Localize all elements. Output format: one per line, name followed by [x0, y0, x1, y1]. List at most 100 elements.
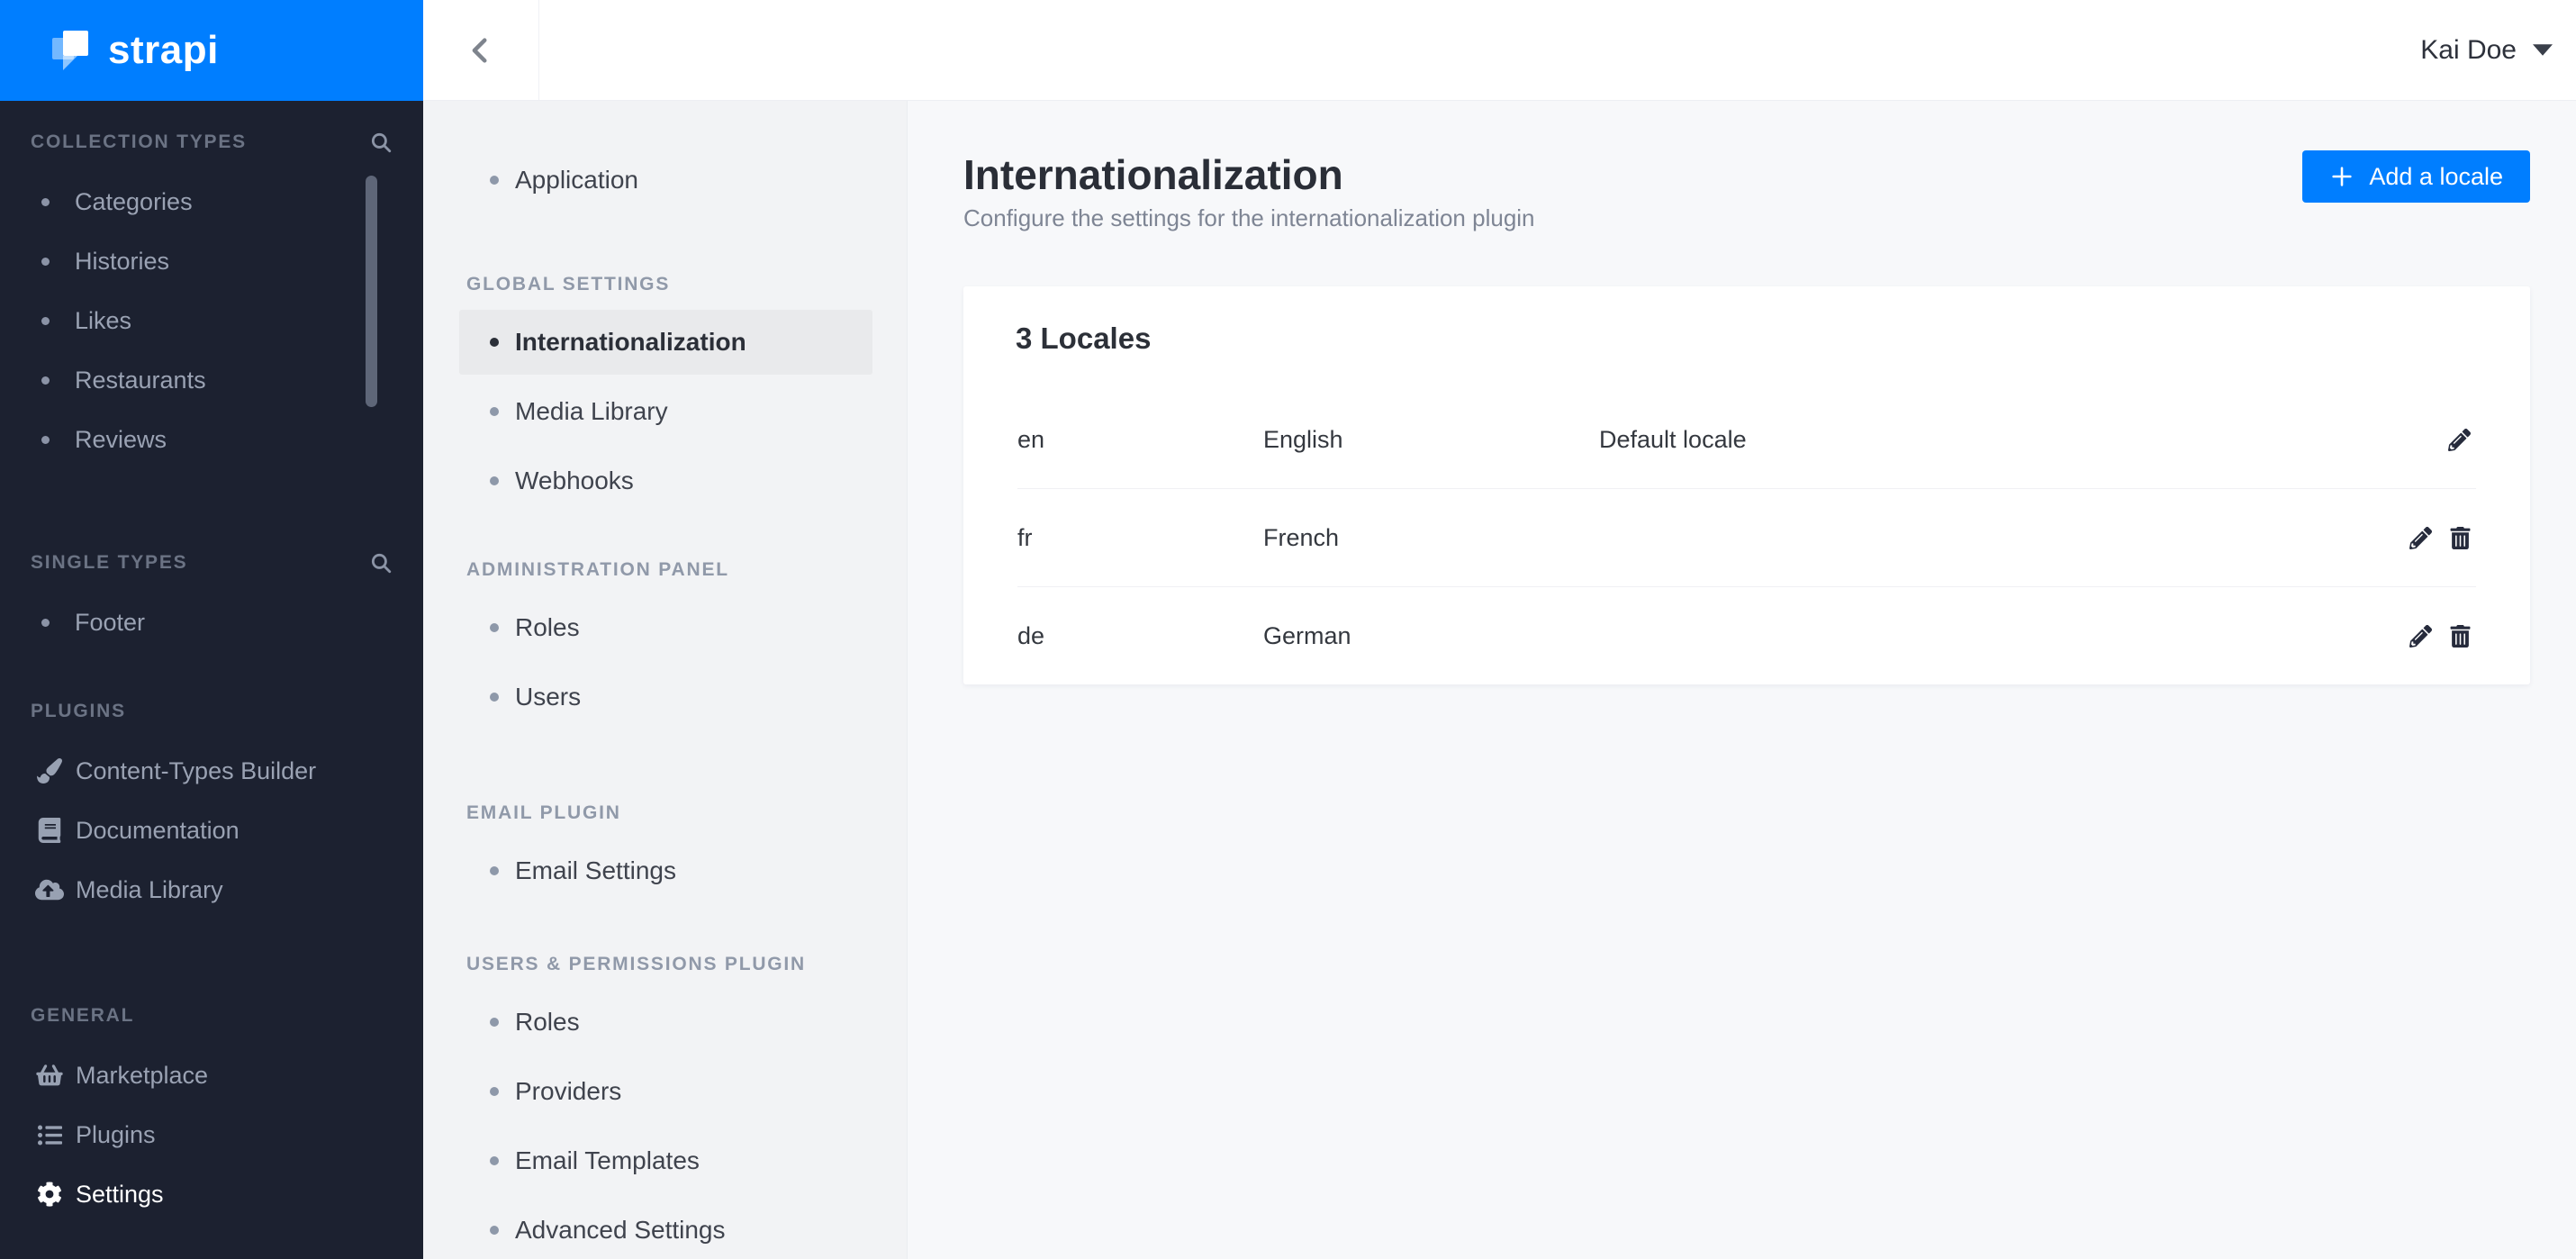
locale-name: German — [1263, 621, 1351, 649]
sidebar-item-marketplace[interactable]: Marketplace — [0, 1046, 423, 1105]
settings-item-email-settings[interactable]: Email Settings — [423, 838, 907, 903]
dot-icon — [490, 1156, 499, 1165]
trash-icon — [2450, 624, 2471, 648]
sidebar-item-categories[interactable]: Categories — [0, 172, 423, 231]
strapi-admin-app: strapi Kai Doe COLLECTION TYPES Categori… — [0, 0, 2576, 1259]
sidebar-item-content-types-builder[interactable]: Content-Types Builder — [0, 741, 423, 801]
general-list: Marketplace Plugins Settings — [0, 1046, 423, 1224]
sidebar-item-reviews[interactable]: Reviews — [0, 410, 423, 469]
sidebar-item-label: Marketplace — [76, 1061, 209, 1089]
settings-item-label: Roles — [515, 613, 580, 641]
settings-item-label: Users — [515, 683, 582, 711]
sidebar-item-label: Settings — [76, 1180, 164, 1208]
basket-icon — [34, 1064, 65, 1087]
dot-icon — [41, 618, 50, 627]
dot-icon — [41, 257, 50, 266]
dot-icon — [490, 338, 499, 347]
sidebar-item-footer[interactable]: Footer — [0, 593, 423, 652]
dot-icon — [490, 176, 499, 185]
settings-item-providers[interactable]: Providers — [423, 1059, 907, 1124]
settings-item-label: Email Settings — [515, 856, 676, 884]
settings-item-label: Webhooks — [515, 466, 634, 494]
section-users-permissions-plugin: USERS & PERMISSIONS PLUGIN — [466, 954, 807, 974]
sidebar-item-likes[interactable]: Likes — [0, 291, 423, 350]
edit-locale-button[interactable] — [2409, 526, 2432, 549]
dot-icon — [41, 197, 50, 206]
dot-icon — [490, 1226, 499, 1235]
page-subtitle: Configure the settings for the internati… — [963, 204, 1535, 231]
settings-item-admin-roles[interactable]: Roles — [423, 595, 907, 660]
plus-icon — [2329, 164, 2355, 189]
dot-icon — [41, 435, 50, 444]
sidebar-item-media-library[interactable]: Media Library — [0, 860, 423, 919]
dot-icon — [490, 623, 499, 632]
strapi-logo[interactable]: strapi — [0, 0, 423, 101]
search-icon[interactable] — [369, 131, 393, 154]
back-button[interactable] — [423, 0, 539, 100]
delete-locale-button[interactable] — [2450, 624, 2471, 648]
locales-card: 3 Locales en English Default locale fr F… — [963, 286, 2530, 684]
book-icon — [34, 818, 65, 843]
user-menu[interactable]: Kai Doe — [2420, 0, 2553, 100]
section-title: COLLECTION TYPES — [31, 131, 247, 152]
sidebar-item-label: Histories — [75, 247, 170, 275]
sidebar-item-documentation[interactable]: Documentation — [0, 801, 423, 860]
row-actions — [2409, 526, 2471, 549]
settings-item-webhooks[interactable]: Webhooks — [423, 448, 907, 513]
settings-item-label: Media Library — [515, 397, 668, 425]
settings-item-media-library[interactable]: Media Library — [423, 379, 907, 444]
sidebar-item-histories[interactable]: Histories — [0, 231, 423, 291]
dot-icon — [490, 1018, 499, 1027]
strapi-logo-icon — [52, 31, 92, 70]
locale-code: en — [1017, 425, 1045, 453]
single-types-list: Footer — [0, 593, 423, 652]
pencil-icon — [2448, 428, 2471, 451]
sidebar-item-plugins[interactable]: Plugins — [0, 1105, 423, 1164]
section-title: GENERAL — [31, 1005, 135, 1026]
settings-item-advanced-settings[interactable]: Advanced Settings — [423, 1198, 907, 1259]
section-single-types: SINGLE TYPES — [31, 547, 393, 579]
settings-item-label: Roles — [515, 1008, 580, 1036]
sidebar-item-restaurants[interactable]: Restaurants — [0, 350, 423, 410]
settings-item-label: Email Templates — [515, 1146, 700, 1174]
section-plugins: PLUGINS — [31, 695, 393, 728]
locales-card-title: 3 Locales — [1016, 322, 1152, 355]
main-content: Internationalization Configure the setti… — [908, 101, 2576, 1259]
section-global-settings: GLOBAL SETTINGS — [466, 274, 671, 294]
search-icon[interactable] — [369, 551, 393, 575]
dot-icon — [490, 866, 499, 875]
gear-icon — [34, 1182, 65, 1207]
settings-item-up-roles[interactable]: Roles — [423, 990, 907, 1055]
sidebar-item-label: Plugins — [76, 1120, 156, 1148]
delete-locale-button[interactable] — [2450, 526, 2471, 549]
settings-item-application[interactable]: Application — [423, 148, 907, 213]
dot-icon — [41, 316, 50, 325]
locale-code: fr — [1017, 523, 1033, 551]
row-actions — [2409, 624, 2471, 648]
scrollbar-thumb[interactable] — [366, 176, 377, 407]
sidebar-item-settings[interactable]: Settings — [0, 1164, 423, 1224]
settings-item-label: Application — [515, 166, 638, 194]
user-name: Kai Doe — [2420, 34, 2517, 65]
edit-locale-button[interactable] — [2409, 624, 2432, 648]
section-email-plugin: EMAIL PLUGIN — [466, 802, 621, 823]
pencil-icon — [2409, 624, 2432, 648]
section-title: SINGLE TYPES — [31, 552, 188, 573]
sidebar-item-label: Footer — [75, 608, 146, 636]
settings-sidebar: Application GLOBAL SETTINGS Internationa… — [423, 101, 908, 1259]
dot-icon — [490, 476, 499, 485]
settings-item-email-templates[interactable]: Email Templates — [423, 1128, 907, 1193]
sidebar-item-label: Documentation — [76, 816, 240, 844]
table-row: en English Default locale — [1017, 391, 2476, 488]
settings-item-label: Advanced Settings — [515, 1216, 726, 1244]
dot-icon — [490, 693, 499, 702]
add-locale-button[interactable]: Add a locale — [2302, 150, 2530, 203]
edit-locale-button[interactable] — [2448, 428, 2471, 451]
settings-item-admin-users[interactable]: Users — [423, 665, 907, 729]
settings-item-internationalization[interactable]: Internationalization — [459, 310, 872, 375]
section-administration-panel: ADMINISTRATION PANEL — [466, 559, 729, 580]
cloud-upload-icon — [34, 878, 65, 901]
locale-name: English — [1263, 425, 1343, 453]
settings-item-label: Internationalization — [515, 328, 746, 356]
section-title: PLUGINS — [31, 701, 126, 721]
